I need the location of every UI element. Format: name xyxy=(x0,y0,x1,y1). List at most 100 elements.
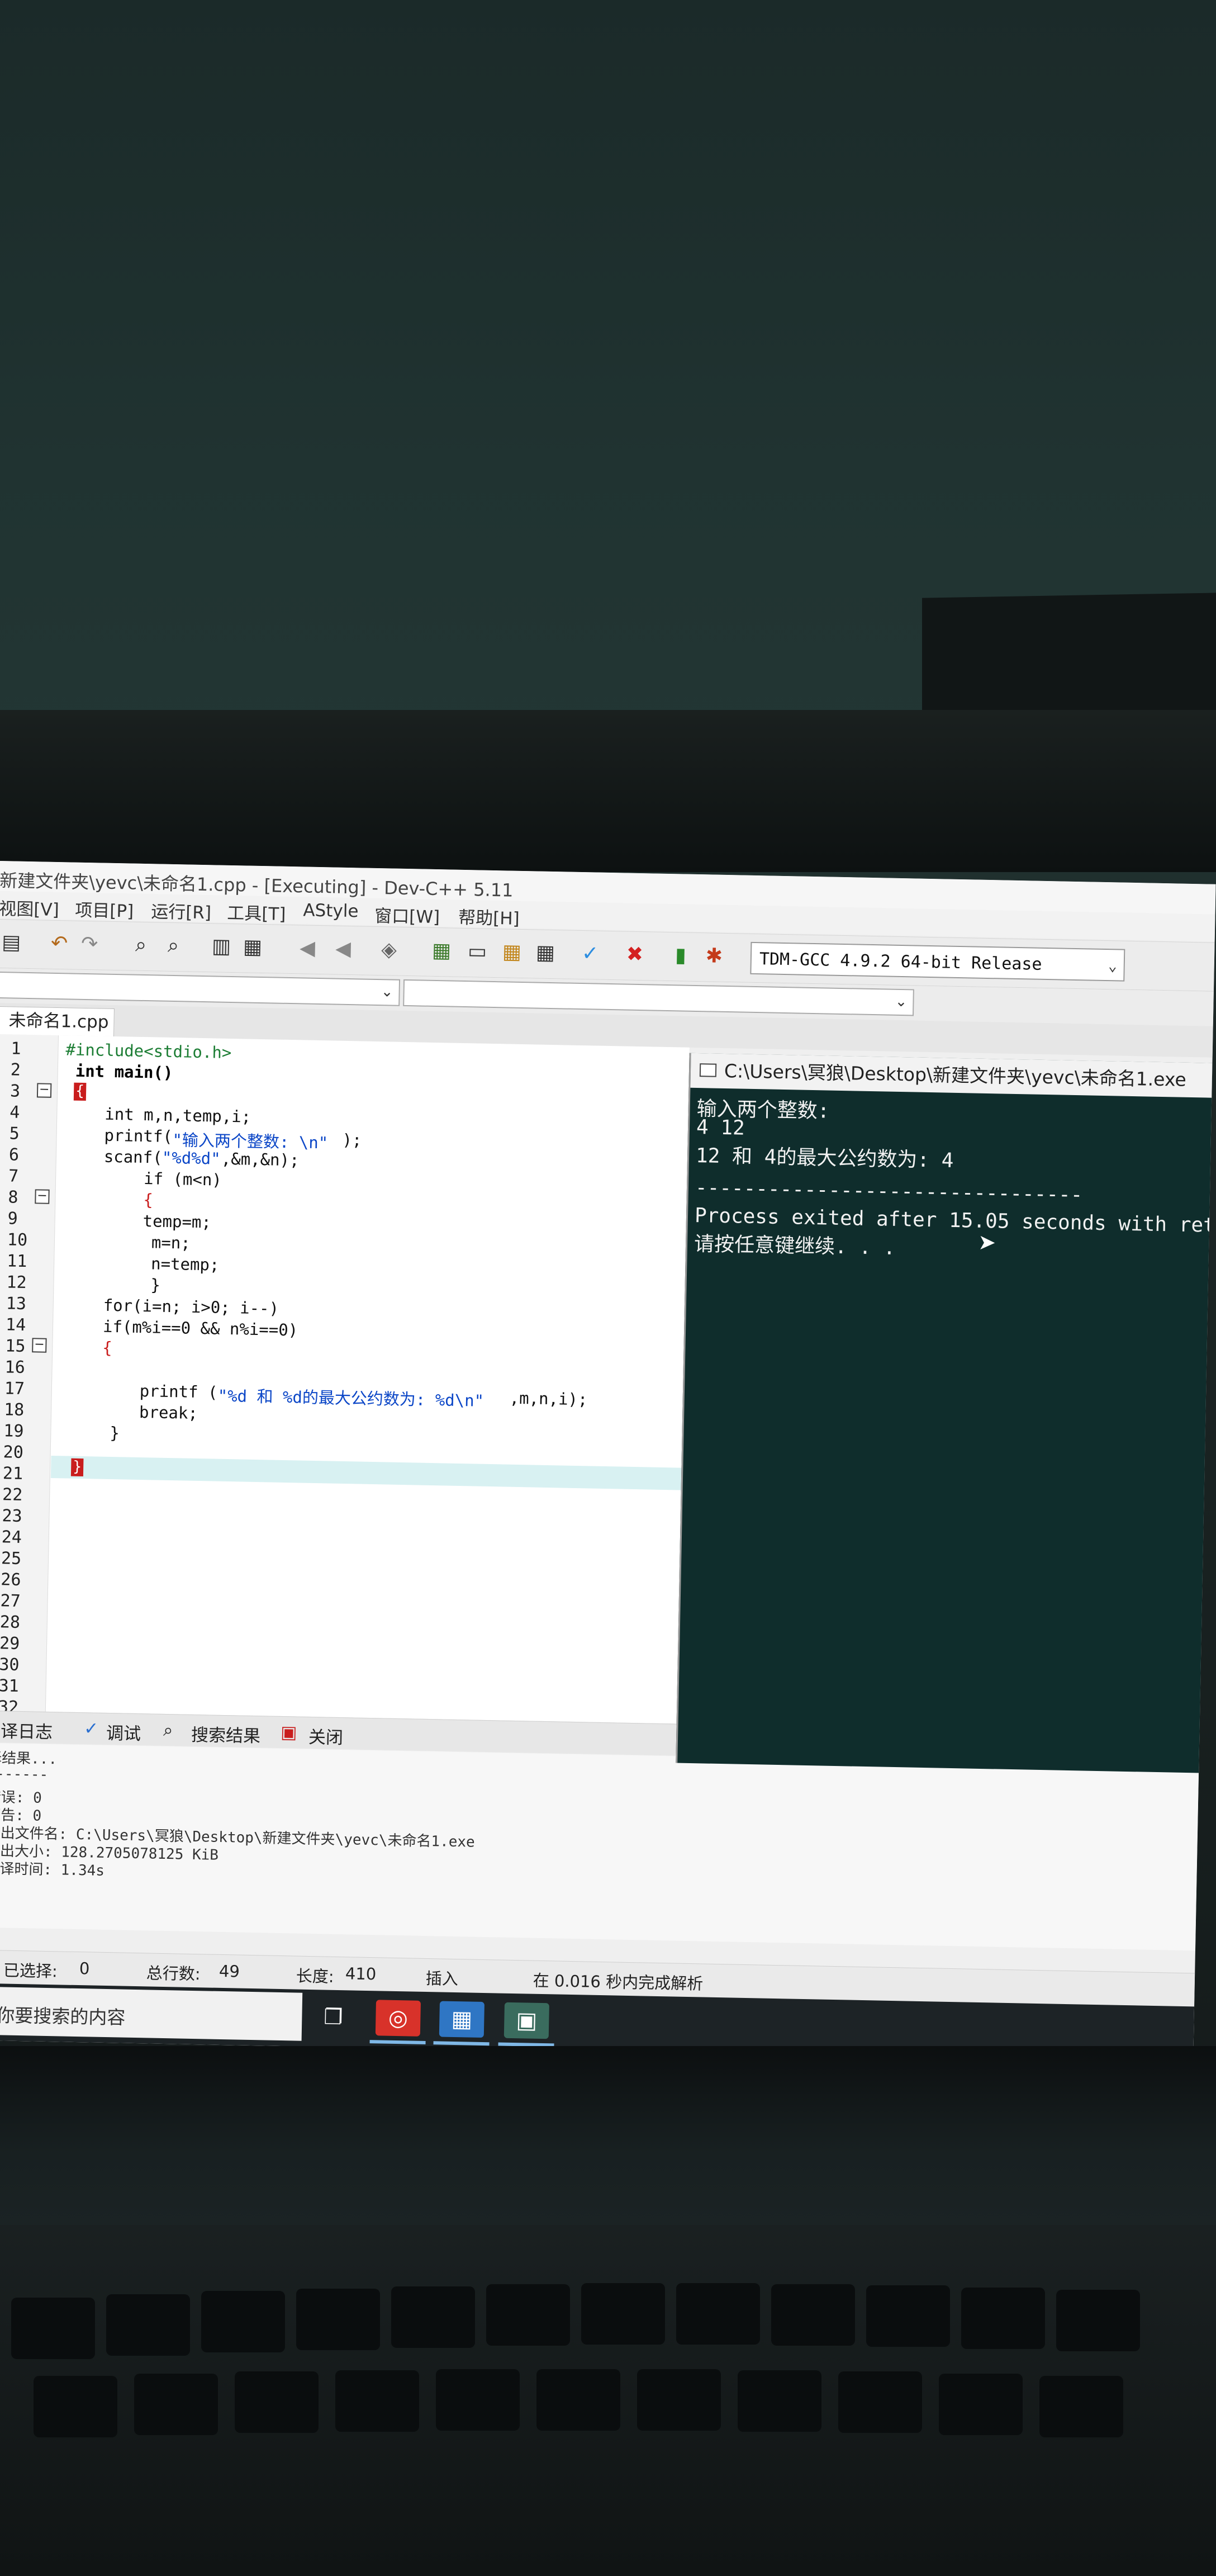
console-window[interactable]: C:\Users\冥狼\Desktop\新建文件夹\yevc\未命名1.exe … xyxy=(676,1053,1216,1773)
mouse-cursor-icon: ➤ xyxy=(977,1229,996,1255)
key xyxy=(11,2298,95,2359)
print-icon[interactable]: ▤ xyxy=(0,930,25,956)
tab-close[interactable]: 关闭 xyxy=(308,1723,344,1749)
status-selected-value: 0 xyxy=(79,1959,90,1978)
compile-log: 译结果... ------- 错误: 0 警告: 0 输出文件名: C:\Use… xyxy=(0,1742,1199,1951)
brace-match: { xyxy=(73,1082,87,1101)
log-line: ------- xyxy=(0,1765,49,1783)
menu-window[interactable]: 窗口[W] xyxy=(374,902,440,928)
line-number: 24 xyxy=(1,1527,22,1547)
shield-icon[interactable]: ◈ xyxy=(376,937,402,963)
line-number: 23 xyxy=(2,1506,22,1526)
key xyxy=(838,2371,922,2433)
line-number: 7 xyxy=(8,1166,19,1186)
redo-icon[interactable]: ↷ xyxy=(77,931,103,958)
line-number: 14 xyxy=(5,1315,26,1336)
replace-icon[interactable]: ⌕ xyxy=(160,933,187,959)
key xyxy=(866,2285,950,2347)
chevron-down-icon[interactable]: ⌄ xyxy=(895,993,907,1010)
fold-minus-icon[interactable]: − xyxy=(36,1082,52,1098)
code-line-17: break; xyxy=(139,1402,198,1423)
code-line-1: #include<stdio.h> xyxy=(65,1040,232,1063)
key xyxy=(738,2370,821,2432)
indent-icon[interactable]: ▥ xyxy=(208,934,235,960)
chevron-down-icon[interactable]: ⌄ xyxy=(381,983,393,1000)
music-app-icon[interactable]: ◎ xyxy=(375,2000,421,2037)
class-combo[interactable]: ⌄ xyxy=(0,971,401,1006)
monitor-bezel xyxy=(0,710,1216,872)
compile-run-icon[interactable]: ▦ xyxy=(499,939,525,965)
tab-search-results[interactable]: 搜索结果 xyxy=(191,1721,261,1747)
code-line-16-string: "%d 和 %d的最大公约数为: %d\n" xyxy=(217,1386,484,1410)
tab-file[interactable]: 未命名1.cpp xyxy=(0,1006,115,1036)
chevron-down-icon[interactable]: ⌄ xyxy=(1108,950,1118,982)
code-line-13: for(i=n; i>0; i--) xyxy=(103,1295,279,1318)
stop-icon[interactable]: ✖ xyxy=(622,941,648,968)
key xyxy=(581,2283,665,2345)
undo-icon[interactable]: ↶ xyxy=(46,931,73,957)
key xyxy=(961,2288,1045,2349)
rebuild-icon[interactable]: ▦ xyxy=(533,940,559,966)
menu-help[interactable]: 帮助[H] xyxy=(458,903,520,930)
devcpp-app-icon[interactable]: ▦ xyxy=(439,2001,484,2038)
code-line-9: temp=m; xyxy=(142,1211,212,1232)
key xyxy=(637,2369,721,2431)
line-number: 29 xyxy=(0,1633,20,1654)
line-number: 11 xyxy=(6,1251,27,1272)
run-window-icon[interactable]: ▭ xyxy=(464,939,491,965)
line-gutter: 1 2 3 4 5 6 7 8 9 10 11 12 13 14 15 16 1… xyxy=(0,1034,59,1717)
task-view-icon[interactable]: ❐ xyxy=(311,1999,356,2035)
key xyxy=(939,2374,1023,2435)
code-line-11: n=temp; xyxy=(150,1254,220,1275)
menu-view[interactable]: 视图[V] xyxy=(0,894,59,921)
console-line: 请按任意键继续. . . xyxy=(694,1232,896,1259)
tab-compile-log[interactable]: 编译日志 xyxy=(0,1717,53,1743)
find-icon[interactable]: ⌕ xyxy=(128,932,154,958)
key xyxy=(486,2284,570,2346)
status-total-lines-value: 49 xyxy=(218,1961,240,1981)
fold-minus-icon[interactable]: − xyxy=(35,1188,50,1204)
line-number: 4 xyxy=(10,1102,20,1123)
taskbar-search[interactable]: 入你要搜索的内容 🎤 xyxy=(0,1986,303,2041)
check-icon[interactable]: ✓ xyxy=(577,941,604,967)
close-icon: ▣ xyxy=(280,1722,297,1743)
code-line-8: { xyxy=(143,1190,154,1210)
menu-run[interactable]: 运行[R] xyxy=(151,897,212,924)
code-line-16c: ,m,n,i); xyxy=(509,1388,588,1409)
compile-icon[interactable]: ▦ xyxy=(429,938,455,964)
menu-astyle[interactable]: AStyle xyxy=(303,900,359,921)
key xyxy=(1056,2290,1140,2351)
fold-minus-icon[interactable]: − xyxy=(32,1337,47,1353)
menu-project[interactable]: 项目[P] xyxy=(75,896,134,922)
compiler-select-value: TDM-GCC 4.9.2 64-bit Release xyxy=(759,949,1042,974)
code-editor[interactable]: 1 2 3 4 5 6 7 8 9 10 11 12 13 14 15 16 1… xyxy=(0,1034,690,1724)
key xyxy=(134,2374,218,2435)
line-number: 31 xyxy=(0,1676,20,1696)
screen: 新建文件夹\yevc\未命名1.cpp - [Executing] - Dev-… xyxy=(0,861,1216,2064)
key xyxy=(335,2370,419,2432)
function-combo[interactable]: ⌄ xyxy=(403,979,914,1016)
code-line-16a: printf ( xyxy=(139,1381,218,1402)
console-titlebar: C:\Users\冥狼\Desktop\新建文件夹\yevc\未命名1.exe xyxy=(690,1053,1216,1098)
console-app-icon[interactable]: ▣ xyxy=(504,2002,549,2039)
key xyxy=(296,2289,380,2350)
bookmark-back-icon[interactable]: ◀ xyxy=(294,935,321,962)
line-number: 17 xyxy=(4,1379,25,1399)
tab-debug[interactable]: 调试 xyxy=(106,1719,141,1745)
line-number: 13 xyxy=(6,1294,27,1314)
taskbar-active-indicator xyxy=(433,2041,490,2046)
line-number: 20 xyxy=(3,1442,24,1462)
chart-icon[interactable]: ▮ xyxy=(668,943,694,969)
unindent-icon[interactable]: ▦ xyxy=(240,934,266,960)
debug-icon[interactable]: ✱ xyxy=(701,943,728,969)
key xyxy=(34,2376,117,2437)
line-number: 10 xyxy=(7,1230,28,1251)
key xyxy=(201,2291,285,2352)
line-number: 3 xyxy=(10,1081,21,1101)
code-line-5a: printf( xyxy=(104,1125,173,1147)
menu-tools[interactable]: 工具[T] xyxy=(227,899,286,925)
compiler-select[interactable]: TDM-GCC 4.9.2 64-bit Release ⌄ xyxy=(750,941,1125,982)
bookmark-forward-icon[interactable]: ◀ xyxy=(330,936,357,962)
line-number: 5 xyxy=(9,1124,20,1144)
console-separator: -------------------------------- xyxy=(695,1176,1083,1207)
